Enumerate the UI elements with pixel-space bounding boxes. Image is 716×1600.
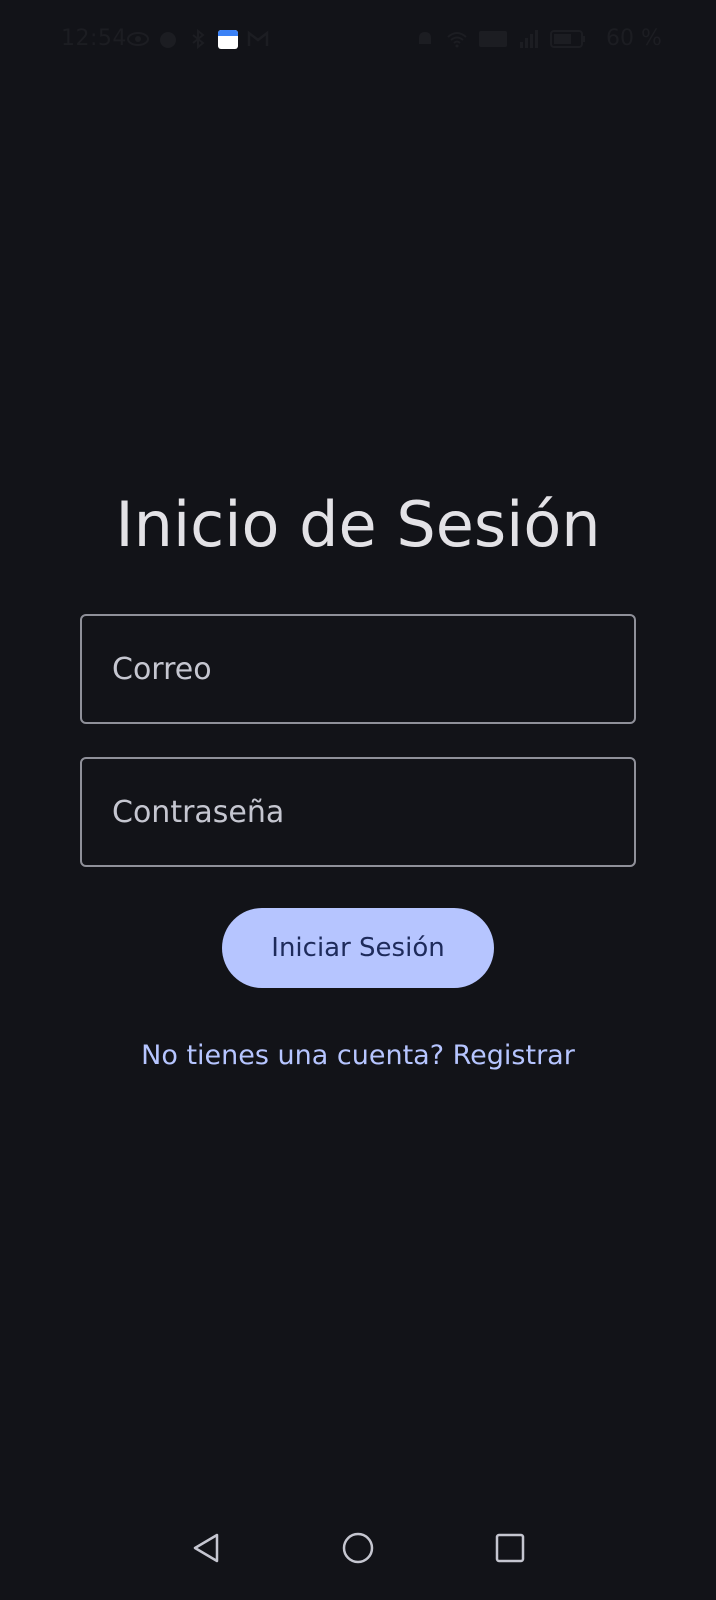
back-button[interactable] (186, 1530, 226, 1570)
recents-icon (495, 1533, 525, 1567)
calendar-app-icon (217, 28, 239, 50)
mute-icon (414, 28, 436, 50)
status-time: 12:54 (61, 26, 127, 51)
email-field-container (80, 614, 636, 724)
status-right-icons (414, 28, 586, 50)
home-icon (342, 1532, 374, 1568)
register-link[interactable]: No tienes una cuenta? Registrar (0, 1040, 716, 1071)
signal-icon (518, 28, 540, 50)
battery-percent: 60 % (606, 26, 662, 51)
alarm-icon (157, 28, 179, 50)
gmail-icon (247, 28, 269, 50)
eye-icon (127, 28, 149, 50)
password-field-container (80, 757, 636, 867)
battery-icon (550, 28, 586, 50)
volte-icon (478, 28, 508, 50)
status-left-icons (127, 28, 269, 50)
recents-button[interactable] (490, 1530, 530, 1570)
login-button[interactable]: Iniciar Sesión (222, 908, 494, 988)
home-button[interactable] (338, 1530, 378, 1570)
wifi-icon (446, 28, 468, 50)
password-field[interactable] (82, 759, 634, 865)
bluetooth-icon (187, 28, 209, 50)
navigation-bar (0, 1500, 716, 1600)
email-field[interactable] (82, 616, 634, 722)
page-title: Inicio de Sesión (115, 488, 601, 561)
status-bar: 12:54 60 % (0, 0, 716, 82)
back-icon (191, 1532, 221, 1568)
